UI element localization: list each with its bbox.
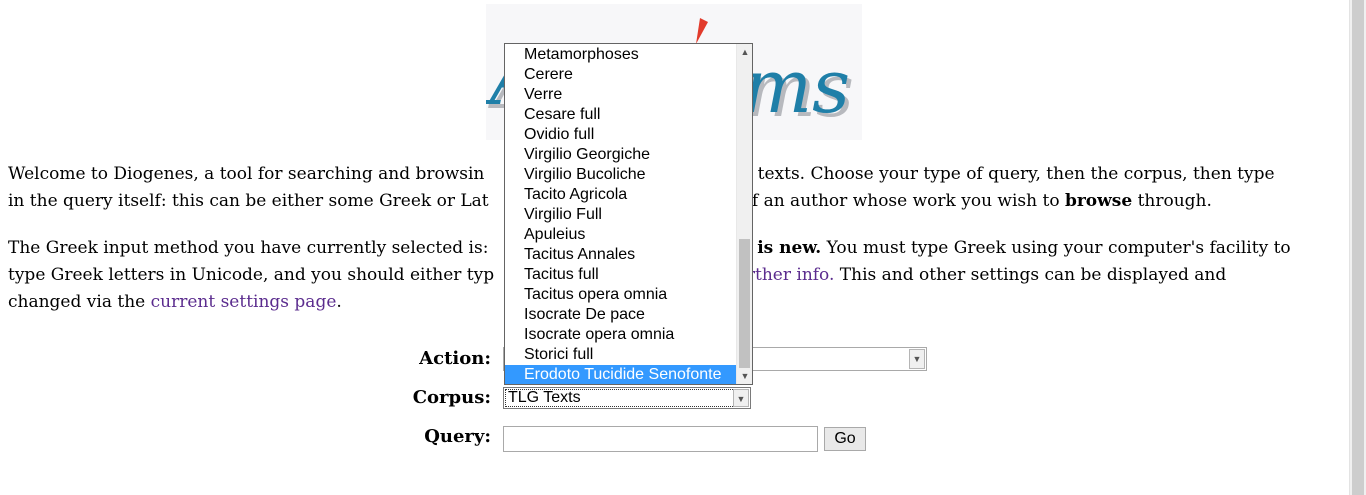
- dropdown-scroll-thumb[interactable]: [739, 239, 750, 368]
- dropdown-option[interactable]: Storici full: [505, 345, 737, 365]
- page: A A ms ms Welcome to Diogenes, a tool fo…: [0, 0, 1349, 495]
- dropdown-option[interactable]: Virgilio Bucoliche: [505, 165, 737, 185]
- query-label: Query:: [424, 426, 491, 447]
- dropdown-option[interactable]: Tacito Agricola: [505, 185, 737, 205]
- dropdown-option[interactable]: Erodoto Tucidide Senofonte: [505, 365, 737, 384]
- dropdown-option[interactable]: Tacitus full: [505, 265, 737, 285]
- dropdown-scrollbar[interactable]: ▲ ▼: [736, 44, 752, 384]
- dropdown-option[interactable]: Apuleius: [505, 225, 737, 245]
- corpus-select[interactable]: TLG Texts ▼: [503, 387, 751, 409]
- page-scrollbar[interactable]: [1349, 0, 1366, 495]
- corpus-select-value: TLG Texts: [508, 389, 581, 406]
- page-scroll-thumb[interactable]: [1352, 0, 1364, 495]
- go-button[interactable]: Go: [824, 427, 866, 451]
- dropdown-option[interactable]: Virgilio Full: [505, 205, 737, 225]
- corpus-label: Corpus:: [412, 387, 491, 408]
- dropdown-option[interactable]: Tacitus opera omnia: [505, 285, 737, 305]
- dropdown-option[interactable]: Verre: [505, 85, 737, 105]
- action-label: Action:: [419, 348, 491, 369]
- corpus-dropdown-list[interactable]: Metamorphoses Cerere Verre Cesare full Ovidi…: [504, 43, 753, 385]
- dropdown-option[interactable]: Cerere: [505, 65, 737, 85]
- chevron-up-icon[interactable]: ▲: [737, 44, 752, 60]
- browse-emphasis: browse: [1064, 191, 1133, 211]
- chevron-down-icon[interactable]: ▼: [733, 389, 749, 407]
- dropdown-option[interactable]: Isocrate opera omnia: [505, 325, 737, 345]
- dropdown-option[interactable]: Tacitus Annales: [505, 245, 737, 265]
- dropdown-option[interactable]: Metamorphoses: [505, 45, 737, 65]
- is-new-emphasis: t is new.: [743, 238, 822, 258]
- current-settings-link[interactable]: current settings page: [151, 292, 337, 312]
- dropdown-option[interactable]: Isocrate De pace: [505, 305, 737, 325]
- dropdown-option[interactable]: Cesare full: [505, 105, 737, 125]
- chevron-down-icon[interactable]: ▼: [737, 368, 752, 384]
- chevron-down-icon[interactable]: ▼: [909, 349, 925, 369]
- dropdown-option[interactable]: Ovidio full: [505, 125, 737, 145]
- query-input[interactable]: [503, 426, 818, 452]
- svg-text:ms: ms: [742, 44, 850, 130]
- dropdown-option[interactable]: Virgilio Georgiche: [505, 145, 737, 165]
- dropdown-options: Metamorphoses Cerere Verre Cesare full Ovidi…: [505, 45, 737, 384]
